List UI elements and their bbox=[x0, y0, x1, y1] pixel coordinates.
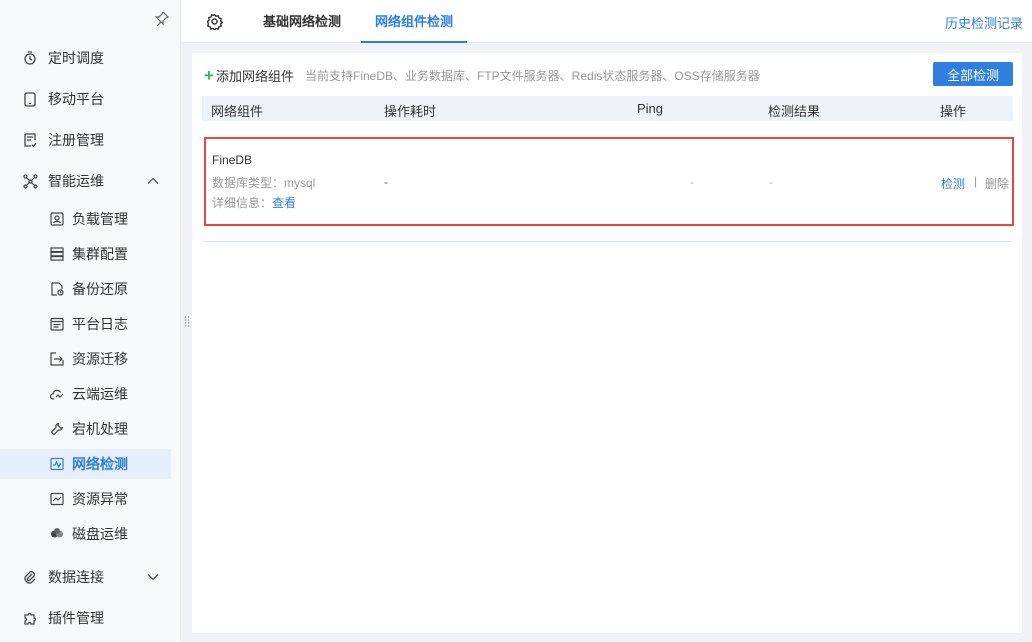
sidebar-item-label: 插件管理 bbox=[48, 610, 104, 626]
result-value: - bbox=[769, 175, 773, 189]
sidebar-subitem-log[interactable]: 平台日志 bbox=[0, 309, 171, 339]
mobile-icon bbox=[22, 91, 38, 107]
detect-all-button[interactable]: 全部检测 bbox=[933, 62, 1013, 86]
log-icon bbox=[49, 316, 65, 332]
main-panel: + 添加网络组件 当前支持FineDB、业务数据库、FTP文件服务器、Redis… bbox=[192, 53, 1022, 633]
sidebar-item-smart-ops[interactable]: 智能运维 bbox=[0, 163, 181, 199]
sidebar-subitem-anomaly[interactable]: 资源异常 bbox=[0, 484, 171, 514]
sidebar-subitem-label: 备份还原 bbox=[72, 281, 128, 297]
add-network-component-label: 添加网络组件 bbox=[215, 69, 294, 84]
highlight-box bbox=[204, 137, 1014, 226]
pin-icon[interactable] bbox=[154, 10, 170, 27]
sidebar-subitem-downtime[interactable]: 宕机处理 bbox=[0, 414, 171, 444]
sidebar-subitem-cloud[interactable]: 云端运维 bbox=[0, 379, 171, 409]
view-detail-link[interactable]: 查看 bbox=[272, 196, 296, 210]
sidebar-subitem-disk[interactable]: 磁盘运维 bbox=[0, 519, 171, 549]
sidebar-item-schedule[interactable]: 定时调度 bbox=[0, 40, 181, 76]
sidebar-item-data-connection[interactable]: 数据连接 bbox=[0, 559, 181, 595]
sidebar-resize-handle[interactable] bbox=[184, 315, 190, 329]
load-icon bbox=[49, 211, 65, 227]
timer-icon bbox=[22, 50, 38, 66]
disk-icon bbox=[49, 526, 65, 542]
support-hint: 当前支持FineDB、业务数据库、FTP文件服务器、Redis状态服务器、OSS… bbox=[305, 69, 760, 83]
sidebar-item-mobile[interactable]: 移动平台 bbox=[0, 81, 181, 117]
sidebar-subitem-network-check[interactable]: 网络检测 bbox=[0, 449, 171, 479]
table-header: 网络组件 操作耗时 Ping 检测结果 操作 bbox=[202, 96, 1013, 121]
duration-value: - bbox=[384, 175, 388, 189]
sidebar-item-label: 定时调度 bbox=[48, 50, 104, 66]
cluster-icon bbox=[49, 246, 65, 262]
tab-network-component-check[interactable]: 网络组件检测 bbox=[361, 0, 468, 43]
column-header-ping: Ping bbox=[637, 101, 664, 116]
sidebar-subitem-label: 集群配置 bbox=[72, 246, 128, 262]
chevron-up-icon[interactable] bbox=[146, 174, 160, 188]
ops-icon bbox=[22, 173, 38, 189]
gear-icon[interactable] bbox=[206, 13, 224, 31]
sidebar-item-register[interactable]: 注册管理 bbox=[0, 122, 181, 158]
ping-value: - bbox=[690, 175, 694, 189]
column-header-result: 检测结果 bbox=[768, 104, 821, 119]
sidebar-item-label: 智能运维 bbox=[48, 173, 104, 189]
sidebar-subitem-load[interactable]: 负载管理 bbox=[0, 204, 171, 234]
sidebar-subitem-migrate[interactable]: 资源迁移 bbox=[0, 344, 171, 374]
sidebar-item-plugins[interactable]: 插件管理 bbox=[0, 600, 181, 636]
column-header-actions: 操作 bbox=[940, 104, 967, 119]
sidebar-item-label: 数据连接 bbox=[48, 569, 104, 585]
column-header-component: 网络组件 bbox=[211, 104, 264, 119]
history-records-link[interactable]: 历史检测记录 bbox=[945, 13, 1023, 32]
tab-bar: 基础网络检测 网络组件检测 历史检测记录 bbox=[182, 0, 1032, 43]
backup-icon bbox=[49, 281, 65, 297]
detail-label: 详细信息： bbox=[212, 196, 273, 210]
sidebar-subitem-cluster[interactable]: 集群配置 bbox=[0, 239, 171, 269]
migrate-icon bbox=[49, 351, 65, 367]
network-icon bbox=[49, 456, 65, 472]
plugin-icon bbox=[22, 610, 38, 626]
sidebar-subitem-label: 磁盘运维 bbox=[72, 526, 128, 542]
sidebar-subitem-label: 负载管理 bbox=[72, 211, 128, 227]
sidebar-subitem-label: 宕机处理 bbox=[72, 421, 128, 437]
sidebar-subitem-label: 云端运维 bbox=[72, 386, 128, 402]
plus-icon: + bbox=[204, 66, 214, 85]
component-detail: 详细信息：查看 bbox=[212, 194, 296, 211]
component-name: FineDB bbox=[212, 153, 253, 167]
detect-link[interactable]: 检测 bbox=[941, 175, 965, 192]
chevron-down-icon[interactable] bbox=[146, 570, 160, 584]
tab-basic-network-check[interactable]: 基础网络检测 bbox=[263, 0, 341, 43]
cloud-icon bbox=[49, 386, 65, 402]
action-separator: | bbox=[974, 174, 978, 188]
sidebar-subitem-backup[interactable]: 备份还原 bbox=[0, 274, 171, 304]
sidebar-item-label: 移动平台 bbox=[48, 91, 104, 107]
link-icon bbox=[22, 569, 38, 585]
anomaly-icon bbox=[49, 491, 65, 507]
register-icon bbox=[22, 132, 38, 148]
sidebar-subitem-label: 网络检测 bbox=[72, 456, 128, 472]
component-db-type: 数据库类型：mysql bbox=[212, 176, 316, 190]
sidebar-subitem-label: 资源迁移 bbox=[72, 351, 128, 367]
column-header-duration: 操作耗时 bbox=[384, 104, 437, 119]
wrench-icon bbox=[49, 421, 65, 437]
sidebar-subitem-label: 平台日志 bbox=[72, 316, 128, 332]
delete-link[interactable]: 删除 bbox=[985, 175, 1009, 192]
add-network-component-button[interactable]: + 添加网络组件 bbox=[204, 66, 294, 85]
sidebar-item-label: 注册管理 bbox=[48, 132, 104, 148]
sidebar: 定时调度 移动平台 注册管理 智能运维 负载管理 集群配置 备份还原 平台日志 … bbox=[0, 0, 181, 642]
sidebar-subitem-label: 资源异常 bbox=[72, 491, 128, 507]
